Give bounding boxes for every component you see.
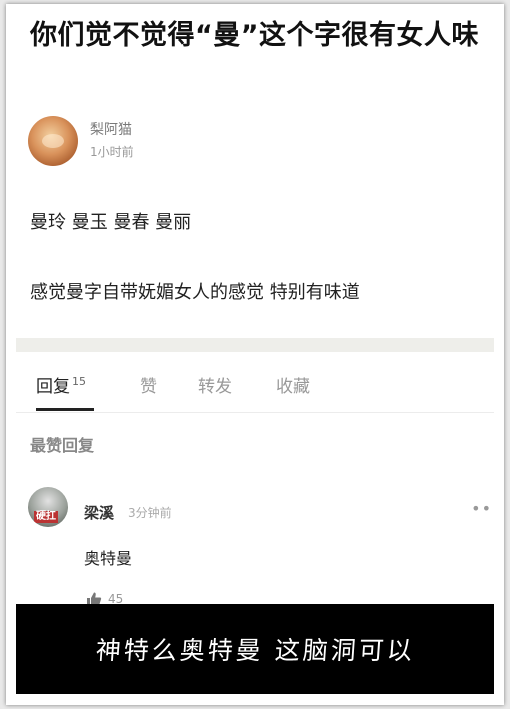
post-title: 你们觉不觉得“曼”这个字很有女人味	[30, 20, 479, 51]
reply-text: 奥特曼	[84, 549, 133, 568]
caption-text: 神特么奥特曼 这脑洞可以	[94, 636, 416, 665]
active-tab-indicator	[36, 408, 94, 411]
avatar-text: 硬扛	[34, 511, 58, 523]
post-time: 1小时前	[90, 145, 134, 159]
tab-bar: 回复 15 赞 转发 收藏	[36, 364, 494, 411]
tab-replies[interactable]: 回复 15	[36, 372, 86, 397]
reply-count-badge: 15	[72, 375, 86, 389]
post-author[interactable]: 梨阿猫 1小时前	[28, 116, 134, 166]
tab-label: 回复	[36, 377, 70, 397]
tab-bar-divider	[16, 412, 494, 413]
reply-author-name[interactable]: 梁溪	[84, 502, 114, 523]
caption-overlay: 神特么奥特曼 这脑洞可以	[16, 604, 494, 694]
post-body-line: 曼玲 曼玉 曼春 曼丽	[30, 212, 192, 233]
post-body-line: 感觉曼字自带妩媚女人的感觉 特别有味道	[30, 282, 360, 303]
tab-reposts[interactable]: 转发	[198, 372, 232, 397]
reply-time: 3分钟前	[128, 506, 172, 520]
author-name[interactable]: 梨阿猫	[90, 121, 134, 139]
more-dots-icon[interactable]: ••	[471, 499, 492, 518]
section-heading: 最赞回复	[30, 436, 95, 455]
section-divider	[16, 338, 494, 352]
screenshot-frame: 你们觉不觉得“曼”这个字很有女人味 梨阿猫 1小时前 曼玲 曼玉 曼春 曼丽 感…	[6, 4, 504, 705]
reply-avatar[interactable]: 硬扛	[28, 487, 68, 527]
author-avatar[interactable]	[28, 116, 78, 166]
tab-favorites[interactable]: 收藏	[276, 372, 310, 397]
tab-likes[interactable]: 赞	[140, 372, 157, 397]
